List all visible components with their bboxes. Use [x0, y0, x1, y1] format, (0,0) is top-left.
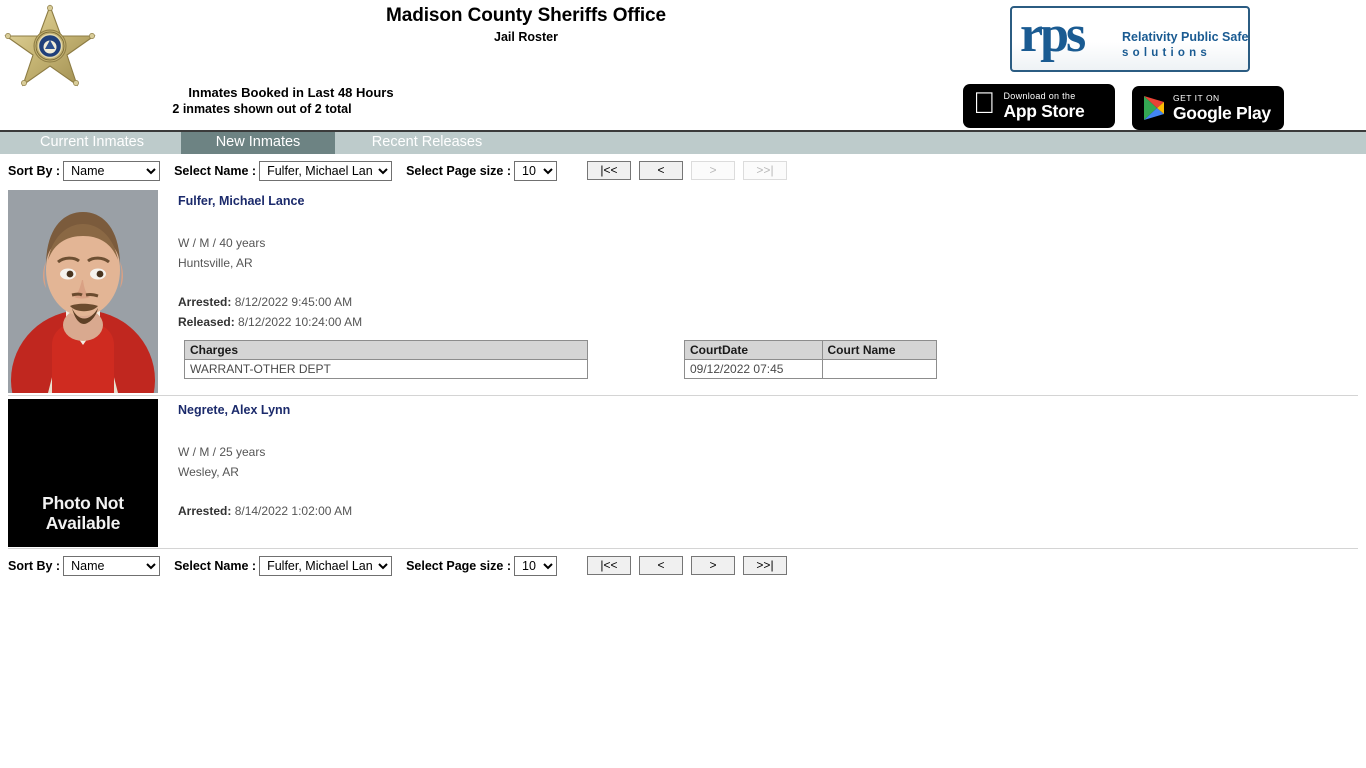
- inmate-record: Photo Not Available Negrete, Alex Lynn W…: [0, 396, 1366, 548]
- arrested-row: Arrested: 8/12/2022 9:45:00 AM: [178, 292, 1366, 312]
- google-play-big-label: Google Play: [1173, 102, 1271, 123]
- app-store-badges:  Download on the App Store GET IT ON: [960, 82, 1360, 130]
- select-name-label: Select Name :: [174, 163, 257, 178]
- branding-zone: rps rps Relativity Public Safety solutio…: [950, 0, 1366, 134]
- next-page-button[interactable]: >: [691, 556, 735, 575]
- inmate-details: Fulfer, Michael Lance W / M / 40 years H…: [178, 187, 1366, 395]
- no-photo-text: Photo Not Available: [8, 493, 158, 533]
- apple-logo-icon: : [973, 89, 996, 119]
- sort-by-select[interactable]: Name: [63, 555, 161, 576]
- controls-bottom: Sort By : Name Select Name : Fulfer, Mic…: [0, 549, 1366, 582]
- courtdate-cell: 09/12/2022 07:45: [684, 359, 823, 379]
- next-page-button: >: [691, 161, 735, 180]
- arrested-label: Arrested:: [178, 295, 232, 309]
- inmate-demographics: W / M / 25 years: [178, 445, 266, 459]
- last-page-button: >>|: [743, 161, 787, 180]
- page-subtitle: Jail Roster: [494, 30, 558, 44]
- select-name-select[interactable]: Fulfer, Michael Lance: [259, 555, 393, 576]
- rps-logo-mark: rps: [1020, 6, 1086, 63]
- select-name-label: Select Name :: [174, 558, 257, 573]
- released-label: Released:: [178, 315, 235, 329]
- tabbar: Current Inmates New Inmates Recent Relea…: [0, 132, 1366, 154]
- title-block: Madison County Sheriffs Office Jail Rost…: [0, 4, 1052, 46]
- arrested-row: Arrested: 8/14/2022 1:02:00 AM: [178, 501, 1366, 521]
- charges-table: Charges WARRANT-OTHER DEPT: [184, 340, 588, 379]
- sort-by-label: Sort By :: [8, 163, 61, 178]
- first-page-button[interactable]: |<<: [587, 161, 631, 180]
- courtname-header: Court Name: [821, 340, 938, 360]
- inmate-record: Fulfer, Michael Lance W / M / 40 years H…: [0, 187, 1366, 450]
- inmate-mugshot[interactable]: [8, 190, 158, 450]
- tab-recent-releases[interactable]: Recent Releases: [345, 132, 509, 154]
- prev-page-button[interactable]: <: [639, 556, 683, 575]
- arrested-value: 8/14/2022 1:02:00 AM: [234, 504, 353, 518]
- last-page-button[interactable]: >>|: [743, 556, 787, 575]
- inmate-demographics: W / M / 40 years: [178, 236, 266, 250]
- released-row: Released: 8/12/2022 10:24:00 AM: [178, 312, 1366, 332]
- app-store-big-label: App Store: [981, 100, 1085, 121]
- inmate-details: Negrete, Alex Lynn W / M / 25 years Wesl…: [178, 396, 1366, 548]
- no-photo-line-2: Available: [45, 513, 121, 533]
- sort-by-select[interactable]: Name: [63, 160, 161, 181]
- google-play-triangle-icon: [1142, 95, 1166, 121]
- pagination-top: |<< < > >>|: [587, 161, 787, 180]
- courtdate-header: CourtDate: [684, 340, 823, 360]
- page-size-label: Select Page size :: [406, 558, 511, 573]
- page-size-select[interactable]: 10: [514, 160, 557, 181]
- app-store-small-label: Download on the: [981, 90, 1076, 101]
- inmate-city-state: Wesley, AR: [178, 464, 239, 479]
- select-name-select[interactable]: Fulfer, Michael Lance: [259, 160, 393, 181]
- arrested-label: Arrested:: [178, 504, 232, 518]
- page-header: Madison County Sheriffs Office Jail Rost…: [0, 0, 1366, 130]
- booked-heading: Inmates Booked in Last 48 Hours: [188, 85, 394, 100]
- courtname-cell: [821, 359, 938, 379]
- booked-summary: Inmates Booked in Last 48 Hours 2 inmate…: [62, 84, 502, 117]
- rps-logo[interactable]: rps Relativity Public Safety solutions: [1010, 6, 1250, 72]
- first-page-button[interactable]: |<<: [587, 556, 631, 575]
- pagination-bottom: |<< < > >>|: [587, 556, 787, 575]
- inmate-name-link[interactable]: Fulfer, Michael Lance: [178, 193, 304, 209]
- charge-cell: WARRANT-OTHER DEPT: [184, 359, 588, 379]
- page-title: Madison County Sheriffs Office: [386, 5, 666, 26]
- page-size-select[interactable]: 10: [514, 555, 557, 576]
- google-play-small-label: GET IT ON: [1173, 93, 1220, 103]
- sort-by-label: Sort By :: [8, 558, 61, 573]
- inmate-name-link[interactable]: Negrete, Alex Lynn: [178, 402, 290, 418]
- page-size-label: Select Page size :: [406, 163, 511, 178]
- google-play-button[interactable]: GET IT ON Google Play: [1132, 86, 1284, 130]
- no-photo-placeholder[interactable]: Photo Not Available: [8, 399, 158, 547]
- arrested-value: 8/12/2022 9:45:00 AM: [234, 295, 353, 309]
- app-store-button[interactable]:  Download on the App Store: [963, 84, 1115, 128]
- charges-header: Charges: [184, 340, 588, 360]
- no-photo-line-1: Photo Not: [42, 493, 124, 513]
- inmate-list: Fulfer, Michael Lance W / M / 40 years H…: [0, 187, 1366, 549]
- prev-page-button[interactable]: <: [639, 161, 683, 180]
- rps-tagline-2: solutions: [1122, 47, 1211, 59]
- tab-current-inmates[interactable]: Current Inmates: [8, 132, 176, 154]
- tab-new-inmates[interactable]: New Inmates: [181, 132, 335, 154]
- controls-top: Sort By : Name Select Name : Fulfer, Mic…: [0, 154, 1366, 187]
- released-value: 8/12/2022 10:24:00 AM: [238, 315, 363, 329]
- court-table: CourtDate Court Name 09/12/2022 07:45: [684, 340, 938, 379]
- inmate-city-state: Huntsville, AR: [178, 255, 253, 270]
- tables-row: Charges WARRANT-OTHER DEPT CourtDate Cou…: [178, 340, 1366, 386]
- booked-count: 2 inmates shown out of 2 total: [172, 102, 352, 116]
- rps-tagline-1: Relativity Public Safety: [1122, 30, 1250, 44]
